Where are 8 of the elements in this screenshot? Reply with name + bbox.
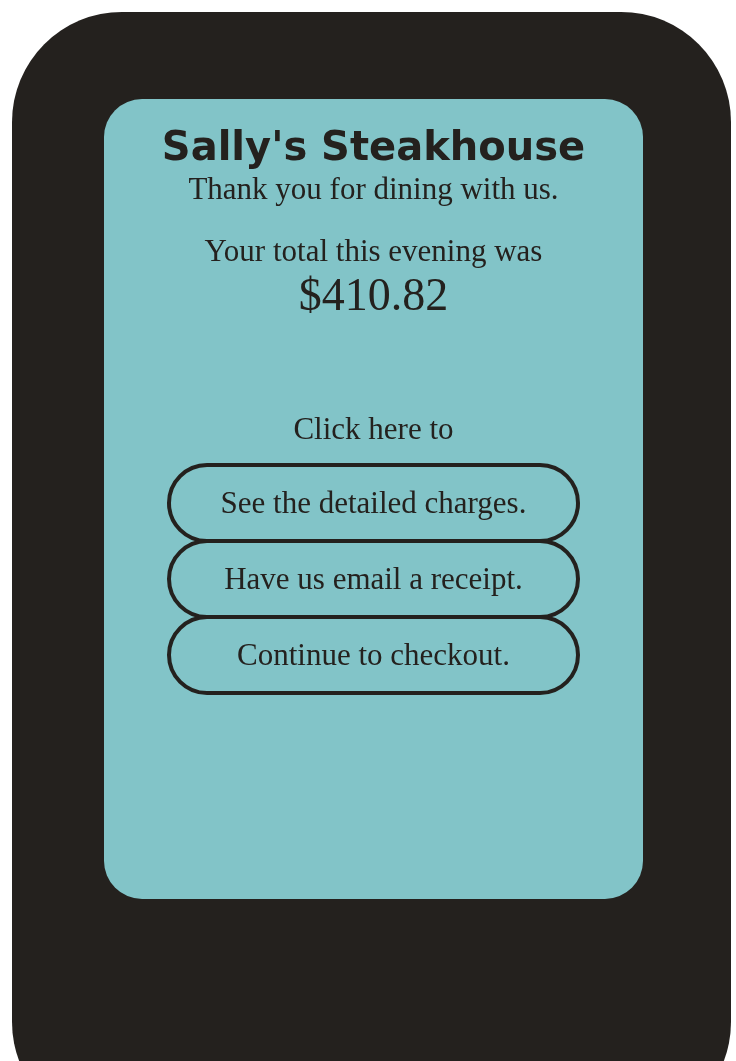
total-amount: $410.82 (298, 269, 449, 321)
thanks-text: Thank you for dining with us. (188, 171, 559, 207)
option-button[interactable]: See the detailed charges. (167, 463, 580, 543)
restaurant-name: Sally's Steakhouse (161, 122, 586, 171)
prompt-text: Click here to (293, 411, 454, 447)
total-label: Your total this evening was (204, 233, 543, 269)
option-button[interactable]: Have us email a receipt. (167, 539, 580, 619)
option-button[interactable]: Continue to checkout. (167, 615, 580, 695)
